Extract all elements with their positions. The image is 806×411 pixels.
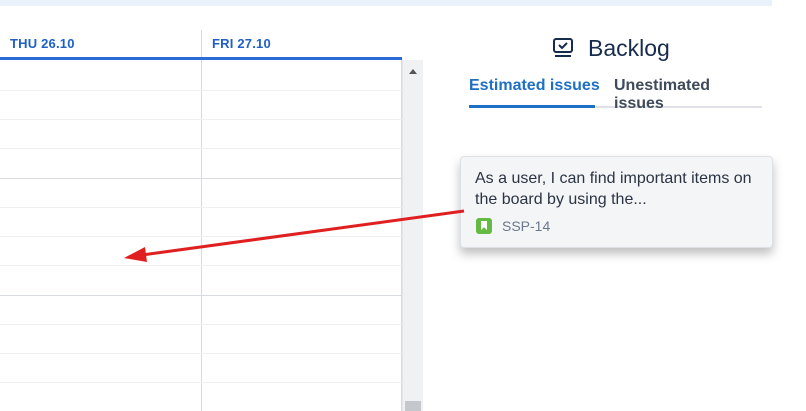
slot-line: [0, 353, 402, 354]
issue-summary: As a user, I can find important items on…: [475, 170, 752, 208]
tab-unestimated-issues[interactable]: Unestimated issues: [614, 77, 762, 113]
backlog-heading: Backlog: [552, 31, 670, 65]
slot-line: [0, 265, 402, 266]
story-icon: [476, 218, 492, 234]
slot-line: [0, 119, 402, 120]
calendar-week-view: THU 26.10 FRI 27.10: [0, 30, 402, 411]
backlog-tabs: Estimated issues Unestimated issues: [469, 73, 762, 112]
slot-line: [0, 382, 402, 383]
slot-line: [0, 236, 402, 237]
backlog-issue-card[interactable]: As a user, I can find important items on…: [460, 156, 773, 248]
hour-line: [0, 295, 402, 296]
calendar-time-grid[interactable]: [0, 60, 402, 411]
day-column-header-thu[interactable]: THU 26.10: [0, 30, 201, 57]
monitor-icon: [553, 38, 573, 57]
day-column-header-fri[interactable]: FRI 27.10: [201, 30, 402, 57]
active-tab-indicator: [469, 105, 595, 108]
issue-meta: SSP-14: [476, 218, 550, 234]
calendar-scrollbar[interactable]: [402, 60, 423, 411]
issue-key: SSP-14: [502, 218, 551, 234]
chevron-up-icon[interactable]: [409, 69, 417, 74]
hour-line: [0, 178, 402, 179]
day-label: FRI 27.10: [212, 36, 271, 51]
scrollbar-thumb[interactable]: [405, 401, 421, 411]
top-banner-strip: [0, 0, 772, 6]
calendar-header: THU 26.10 FRI 27.10: [0, 30, 402, 60]
day-label: THU 26.10: [10, 36, 75, 51]
backlog-title: Backlog: [588, 34, 670, 61]
slot-line: [0, 207, 402, 208]
slot-line: [0, 324, 402, 325]
tab-estimated-issues[interactable]: Estimated issues: [469, 77, 600, 95]
slot-line: [0, 148, 402, 149]
slot-line: [0, 90, 402, 91]
